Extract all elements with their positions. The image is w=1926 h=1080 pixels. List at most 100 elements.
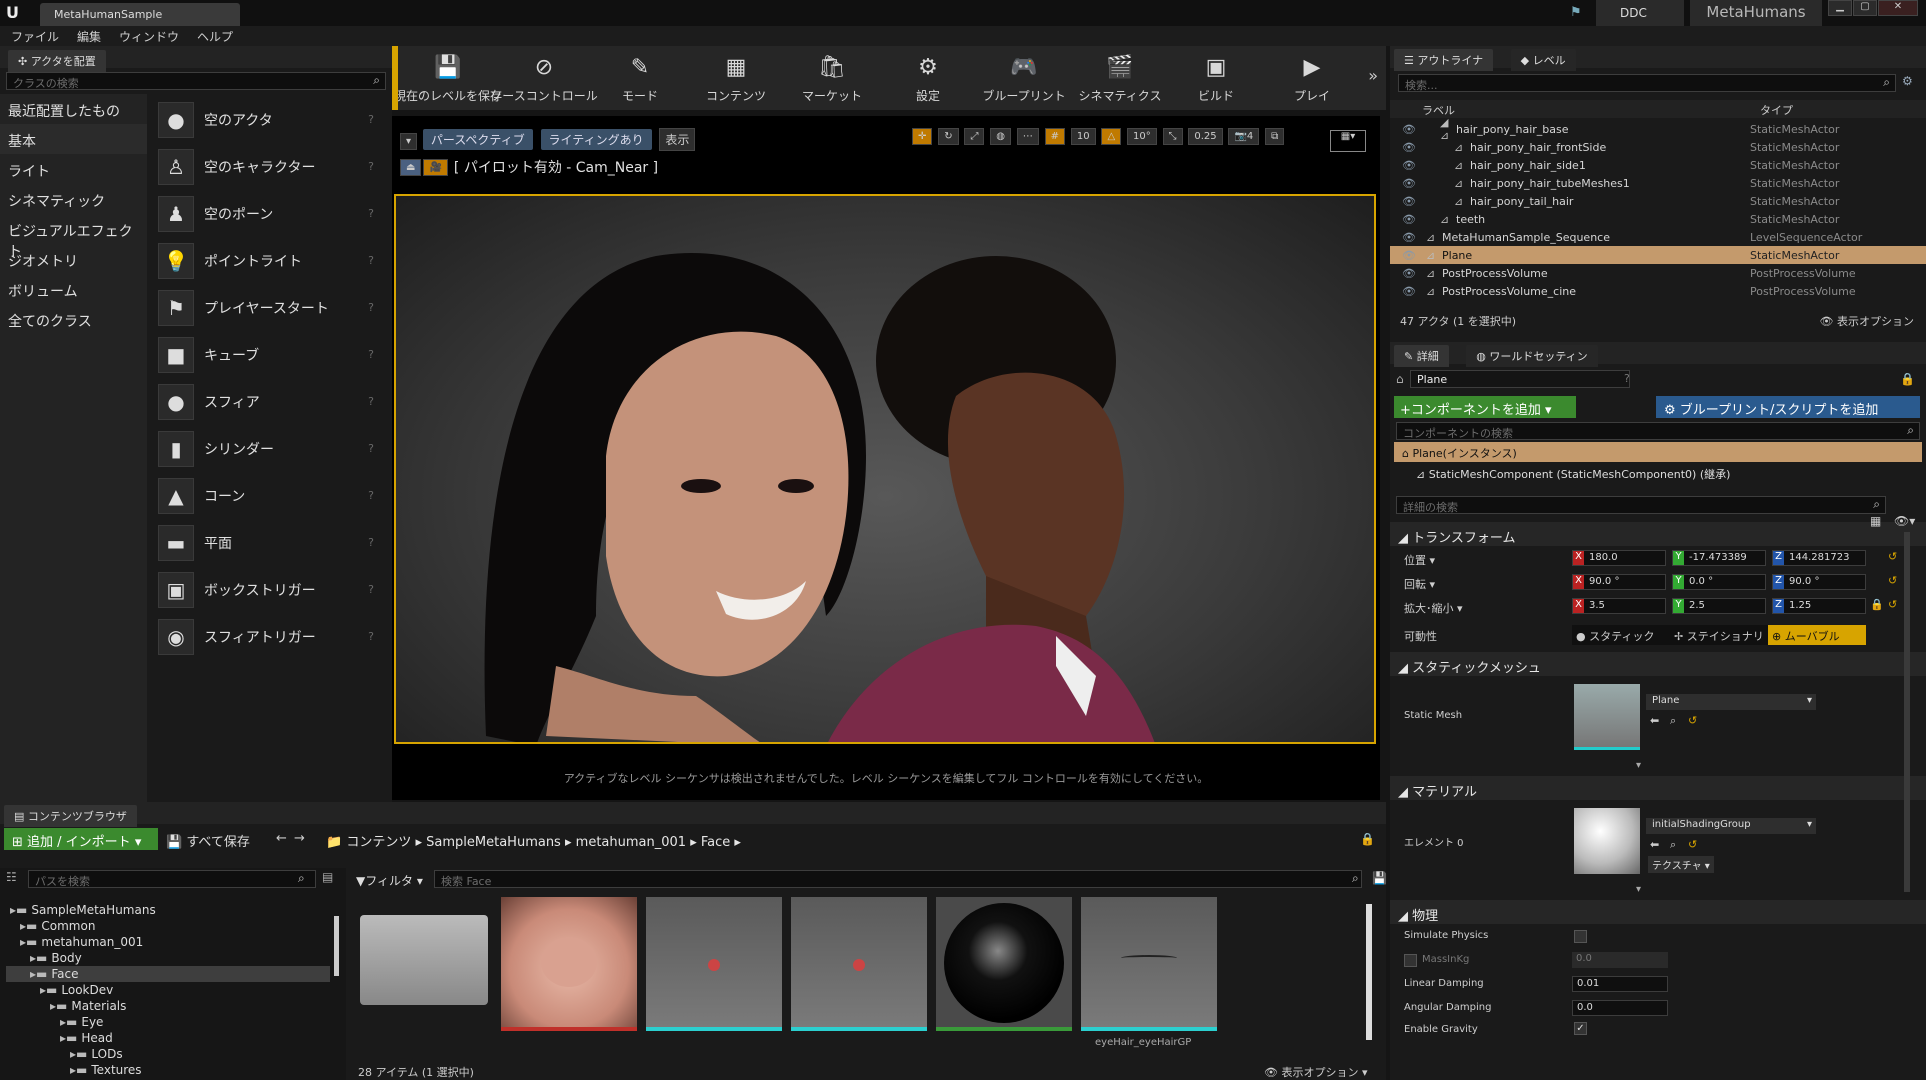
toolbar-overflow-icon[interactable]: » [1368, 66, 1378, 85]
lock-icon[interactable]: 🔒 [1900, 372, 1915, 386]
rotate-icon[interactable]: ↻ [938, 128, 959, 145]
back-icon[interactable]: ← [276, 831, 287, 846]
use-selected-icon[interactable]: ⬅ [1650, 838, 1659, 851]
rotation-y-field[interactable]: Y 0.0 ° [1672, 574, 1766, 590]
outliner-search-input[interactable]: 検索... [1398, 74, 1896, 92]
materials-section-header[interactable]: ◢ マテリアル [1390, 776, 1926, 800]
mobility-movable[interactable]: ⊕ ムーバブル [1768, 625, 1866, 645]
location-label[interactable]: 位置 ▾ [1404, 552, 1435, 568]
use-selected-icon[interactable]: ⬅ [1650, 714, 1659, 727]
toolbar-button-blueprint[interactable]: 🎮 ブループリント [976, 48, 1072, 104]
toolbar-button-save[interactable]: 💾 現在のレベルを保存 [394, 48, 502, 104]
browse-icon[interactable]: ⌕ [1670, 838, 1676, 852]
outliner-row[interactable]: 👁 ◢ ⊿ hair_pony_hair_base StaticMeshActor [1390, 116, 1926, 142]
filter-button[interactable]: ▼フィルタ ▾ [356, 872, 423, 889]
menu-file[interactable]: ファイル [2, 26, 68, 47]
add-blueprint-button[interactable]: ⚙ ブループリント/スクリプトを追加 [1656, 396, 1920, 418]
location-y-field[interactable]: Y -17.473389 [1672, 550, 1766, 566]
breadcrumb-item[interactable]: metahuman_001 [576, 835, 686, 850]
source-control-status-icon[interactable]: ⚑ [1570, 5, 1582, 20]
mobility-stationary[interactable]: ✢ ステイショナリ [1670, 625, 1768, 645]
rotation-snap-icon[interactable]: △ [1101, 128, 1122, 145]
category-all-classes[interactable]: 全てのクラス [0, 304, 147, 334]
camera-speed-icon[interactable]: 📷4 [1228, 128, 1260, 145]
rotation-label[interactable]: 回転 ▾ [1404, 576, 1435, 592]
details-scrollbar[interactable] [1904, 532, 1910, 892]
location-z-field[interactable]: Z 144.281723 [1772, 550, 1866, 566]
breadcrumb-item[interactable]: SampleMetaHumans [426, 835, 561, 850]
minimize-button[interactable]: ▁ [1828, 0, 1852, 16]
simulate-physics-checkbox[interactable] [1574, 930, 1587, 943]
scale-z-field[interactable]: Z 1.25 [1772, 598, 1866, 614]
actor-item[interactable]: ▮ シリンダー? [150, 425, 386, 472]
outliner-settings-icon[interactable]: ⚙ [1902, 74, 1913, 88]
outliner-row[interactable]: 👁 ⊿ hair_pony_hair_tubeMeshes1 StaticMeshAc… [1390, 174, 1926, 192]
actor-item[interactable]: ▣ ボックストリガー? [150, 566, 386, 613]
outliner-row[interactable]: 👁 ⊿ Plane StaticMeshActor [1390, 246, 1926, 264]
category-geometry[interactable]: ジオメトリ [0, 244, 147, 274]
scale-y-field[interactable]: Y 2.5 [1672, 598, 1766, 614]
visibility-eye-icon[interactable]: 👁 [1402, 285, 1416, 298]
mobility-static[interactable]: ● スタティック [1572, 625, 1670, 645]
folder-tree-item[interactable]: ▸▬ LODs [6, 1046, 330, 1062]
actor-item[interactable]: ▬ 平面? [150, 519, 386, 566]
toolbar-button-marketplace[interactable]: 🛍 マーケット [784, 48, 880, 104]
transform-section-header[interactable]: ◢ トランスフォーム [1390, 522, 1926, 546]
maximize-viewport-icon[interactable]: ⧉ [1265, 128, 1285, 145]
physics-section-header[interactable]: ◢ 物理 [1390, 900, 1926, 924]
reset-scale-icon[interactable]: ↺ [1888, 598, 1897, 611]
visibility-eye-icon[interactable]: 👁 [1402, 267, 1416, 280]
outliner-row[interactable]: 👁 ⊿ hair_pony_hair_frontSide StaticMeshActo… [1390, 138, 1926, 156]
scale-label[interactable]: 拡大･縮小 ▾ [1404, 600, 1463, 616]
outliner-row[interactable]: 👁 ⊿ hair_pony_tail_hair StaticMeshActor [1390, 192, 1926, 210]
folder-tree-item[interactable]: ▸▬ Eye [6, 1014, 330, 1030]
outliner-row[interactable]: 👁 ⊿ PostProcessVolume PostProcessVolume [1390, 264, 1926, 282]
grid-snap-icon[interactable]: # [1044, 128, 1066, 145]
help-icon[interactable]: ? [368, 301, 374, 314]
toolbar-button-cinematics[interactable]: 🎬 シネマティクス [1072, 48, 1168, 104]
property-matrix-icon[interactable]: ▦ [1870, 514, 1881, 528]
tree-options-icon[interactable]: ▤ [322, 870, 333, 884]
asset-search-input[interactable]: 検索 Face [434, 870, 1362, 888]
folder-tree-item[interactable]: ▸▬ Face [6, 966, 330, 982]
lock-icon[interactable]: 🔒 [1360, 832, 1375, 846]
visibility-eye-icon[interactable]: 👁 [1402, 213, 1416, 226]
textures-dropdown[interactable]: テクスチャ ▾ [1648, 856, 1714, 873]
actor-item[interactable]: ♟ 空のポーン? [150, 190, 386, 237]
actor-item[interactable]: ♙ 空のキャラクター? [150, 143, 386, 190]
toolbar-button-build[interactable]: ▣ ビルド [1168, 48, 1264, 104]
folder-tree-item[interactable]: ▸▬ SampleMetaHumans [6, 902, 330, 918]
document-tab[interactable]: MetaHumanSample [40, 3, 240, 26]
toolbar-button-content[interactable]: ▦ コンテンツ [688, 48, 784, 104]
outliner-row[interactable]: 👁 ⊿ teeth StaticMeshActor [1390, 210, 1926, 228]
help-icon[interactable]: ? [368, 254, 374, 267]
add-import-button[interactable]: ⊞ 追加 / インポート ▾ [4, 828, 158, 850]
folder-tree-item[interactable]: ▸▬ Head [6, 1030, 330, 1046]
mass-field[interactable]: 0.0 [1572, 952, 1668, 968]
folder-tree-item[interactable]: ▸▬ LookDev [6, 982, 330, 998]
viewport-layout-icon[interactable]: ▦▾ [1330, 130, 1366, 152]
static-mesh-thumbnail[interactable] [1574, 684, 1640, 750]
actor-item[interactable]: ■ キューブ? [150, 331, 386, 378]
component-row[interactable]: ⊿ StaticMeshComponent (StaticMeshCompone… [1416, 466, 1900, 482]
help-icon[interactable]: ? [368, 630, 374, 643]
sources-toggle-icon[interactable]: ☷ [6, 870, 17, 884]
actor-name-input[interactable]: Plane [1410, 370, 1630, 388]
visibility-eye-icon[interactable]: 👁 [1402, 123, 1416, 136]
category-cinematic[interactable]: シネマティック [0, 184, 147, 214]
visibility-eye-icon[interactable]: 👁 [1402, 231, 1416, 244]
view-options-button[interactable]: 👁 表示オプション ▾ [1264, 1064, 1368, 1080]
help-icon[interactable]: ? [368, 489, 374, 502]
save-search-icon[interactable]: 💾 [1372, 871, 1387, 885]
toolbar-button-play[interactable]: ▶ プレイ [1264, 48, 1360, 104]
actor-item[interactable]: ● 空のアクタ? [150, 96, 386, 143]
world-space-icon[interactable]: ◍ [990, 128, 1011, 145]
help-icon[interactable]: ? [368, 536, 374, 549]
actor-item[interactable]: ◉ スフィアトリガー? [150, 613, 386, 660]
browse-icon[interactable]: ⌕ [1670, 714, 1676, 728]
tree-scrollbar[interactable] [334, 916, 339, 976]
surface-snap-icon[interactable]: ⋯ [1016, 128, 1039, 145]
reset-icon[interactable]: ↺ [1688, 838, 1697, 851]
rotation-x-field[interactable]: X 90.0 ° [1572, 574, 1666, 590]
asset-tile-eyehair[interactable]: eyeHair_eyeHairGP [1081, 897, 1217, 1048]
